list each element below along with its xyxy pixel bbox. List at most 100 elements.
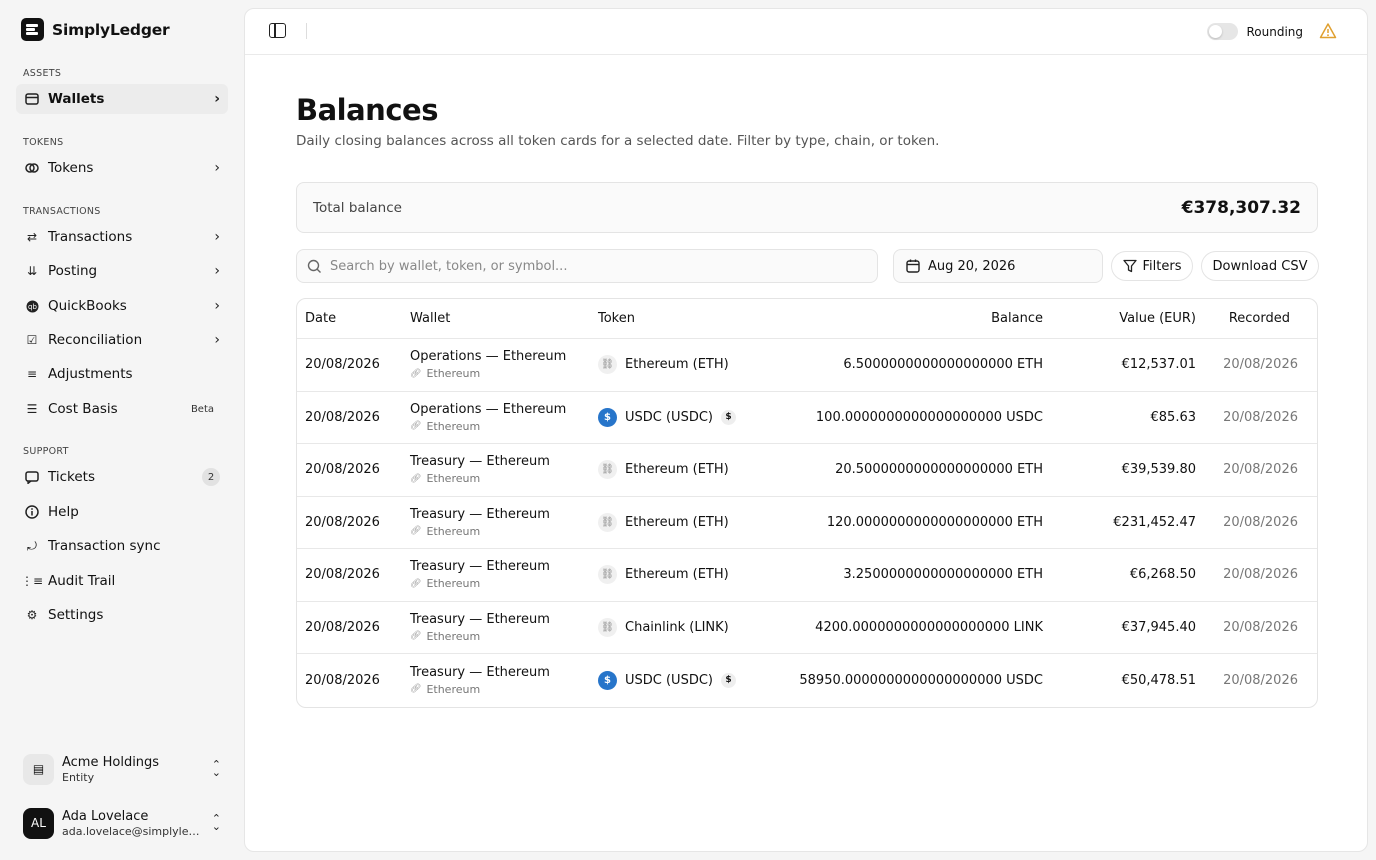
sidebar-item-cost-basis[interactable]: ☰ Cost Basis Beta <box>16 394 228 424</box>
sidebar-item-label: Settings <box>48 607 104 623</box>
sidebar-item-posting[interactable]: ⇊ Posting › <box>16 256 228 286</box>
sidebar-item-transaction-sync[interactable]: ⤾ Transaction sync <box>16 531 228 561</box>
cell-date: 20/08/2026 <box>305 514 380 530</box>
cell-wallet: Treasury — Ethereum 🔗︎ Ethereum <box>410 454 598 485</box>
cell-token: ⛓︎ Ethereum (ETH) <box>598 355 758 375</box>
table-row[interactable]: 20/08/2026 Operations — Ethereum 🔗︎ Ethereu… <box>297 339 1317 392</box>
entity-name: Acme Holdings <box>62 754 160 770</box>
cell-date: 20/08/2026 <box>305 357 380 373</box>
sidebar: SimplyLedger ASSETS Wallets › TOKENS Tok… <box>0 0 244 860</box>
rounding-toggle[interactable] <box>1207 23 1239 40</box>
topbar-divider <box>306 23 307 39</box>
entity-switcher[interactable]: ▤ Acme Holdings Entity ⌃ ⌄ <box>16 748 228 790</box>
balances-table: Date Wallet Token Balance Value (EUR) Re… <box>296 298 1318 708</box>
cell-balance: 120.0000000000000000000 ETH <box>826 514 1043 530</box>
cell-recorded: 20/08/2026 <box>1223 567 1298 583</box>
table-row[interactable]: 20/08/2026 Treasury — Ethereum 🔗︎ Ethereum ⛓… <box>297 549 1317 602</box>
sidebar-item-help[interactable]: Help <box>16 497 228 527</box>
arrows-icon: ⇄ <box>26 230 38 244</box>
link-icon: ⛓︎ <box>598 565 617 585</box>
header-value[interactable]: Value (EUR) <box>1043 311 1196 326</box>
sidebar-item-audit-trail[interactable]: ⋮≡ Audit Trail <box>16 566 228 596</box>
total-balance-label: Total balance <box>313 199 402 216</box>
usdc-icon: $ <box>598 407 617 427</box>
download-csv-button[interactable]: Download CSV <box>1201 251 1319 281</box>
cell-balance: 6.5000000000000000000 ETH <box>843 357 1043 373</box>
sidebar-item-transactions[interactable]: ⇄ Transactions › <box>16 222 228 252</box>
sidebar-item-label: Transaction sync <box>48 538 161 554</box>
header-wallet[interactable]: Wallet <box>410 311 598 326</box>
wallet-name: Operations — Ethereum <box>410 349 567 365</box>
header-balance[interactable]: Balance <box>758 311 1043 326</box>
date-picker[interactable]: Aug 20, 2026 <box>893 249 1103 283</box>
header-token[interactable]: Token <box>598 311 758 326</box>
sidebar-item-tickets[interactable]: Tickets 2 <box>16 462 228 492</box>
sidebar-item-quickbooks[interactable]: qb QuickBooks › <box>16 291 228 321</box>
filters-button[interactable]: Filters <box>1111 251 1193 281</box>
wallet-name: Treasury — Ethereum <box>410 454 550 470</box>
token-name: Ethereum (ETH) <box>625 462 729 478</box>
table-row[interactable]: 20/08/2026 Operations — Ethereum 🔗︎ Ethereu… <box>297 392 1317 444</box>
token-name: Ethereum (ETH) <box>625 357 729 373</box>
coins-icon <box>24 160 40 176</box>
cell-value: €231,452.47 <box>1113 514 1196 530</box>
cell-recorded: 20/08/2026 <box>1223 672 1298 688</box>
wallet-chain: 🔗︎ Ethereum <box>410 525 598 538</box>
wallet-chain: 🔗︎ Ethereum <box>410 420 598 433</box>
chain-name: Ethereum <box>426 419 481 433</box>
cell-date: 20/08/2026 <box>305 462 380 478</box>
brand[interactable]: SimplyLedger <box>21 18 170 41</box>
sidebar-item-label: Posting <box>48 263 98 279</box>
table-row[interactable]: 20/08/2026 Treasury — Ethereum 🔗︎ Ethereum $… <box>297 654 1317 707</box>
sidebar-item-wallets[interactable]: Wallets › <box>16 84 228 114</box>
cell-value: €39,539.80 <box>1121 462 1196 478</box>
cell-wallet: Operations — Ethereum 🔗︎ Ethereum <box>410 402 598 433</box>
chain-name: Ethereum <box>426 682 481 696</box>
stablecoin-icon: $ <box>721 672 736 688</box>
sidebar-item-tokens[interactable]: Tokens › <box>16 153 228 183</box>
sidebar-item-settings[interactable]: ⚙ Settings <box>16 600 228 630</box>
total-balance-card: Total balance €378,307.32 <box>296 182 1318 233</box>
table-body: 20/08/2026 Operations — Ethereum 🔗︎ Ethereu… <box>297 339 1317 707</box>
chevron-right-icon: › <box>214 229 220 245</box>
sliders-icon: ≡ <box>26 367 38 381</box>
cell-recorded: 20/08/2026 <box>1223 619 1298 635</box>
sidebar-item-label: Tickets <box>48 469 95 485</box>
sidebar-item-label: Transactions <box>48 229 133 245</box>
tickets-count-badge: 2 <box>202 468 220 486</box>
sidebar-item-adjustments[interactable]: ≡ Adjustments <box>16 359 228 389</box>
table-row[interactable]: 20/08/2026 Treasury — Ethereum 🔗︎ Ethereum ⛓… <box>297 602 1317 654</box>
search-input[interactable]: Search by wallet, token, or symbol... <box>296 249 878 283</box>
cell-value: €85.63 <box>1150 409 1197 425</box>
header-recorded[interactable]: Recorded <box>1196 311 1316 326</box>
info-icon <box>24 504 40 520</box>
sync-icon: ⤾ <box>27 538 37 553</box>
chain-name: Ethereum <box>426 577 481 591</box>
sidebar-item-label: Reconciliation <box>48 332 143 348</box>
sidebar-item-reconciliation[interactable]: ☑ Reconciliation › <box>16 325 228 355</box>
warning-icon[interactable] <box>1319 22 1337 40</box>
link-icon: ⛓︎ <box>598 355 617 375</box>
header-date[interactable]: Date <box>297 311 410 326</box>
token-name: Ethereum (ETH) <box>625 567 729 583</box>
sidebar-toggle-icon[interactable] <box>269 23 286 38</box>
token-name: Chainlink (LINK) <box>625 619 729 635</box>
cell-balance: 4200.0000000000000000000 LINK <box>815 619 1043 635</box>
rounding-control[interactable]: Rounding <box>1207 23 1303 40</box>
quickbooks-icon: qb <box>24 298 40 314</box>
search-placeholder: Search by wallet, token, or symbol... <box>330 258 568 274</box>
cell-value: €12,537.01 <box>1121 357 1196 373</box>
table-row[interactable]: 20/08/2026 Treasury — Ethereum 🔗︎ Ethereum ⛓… <box>297 444 1317 497</box>
user-menu[interactable]: AL Ada Lovelace ada.lovelace@simplyledge… <box>16 802 228 844</box>
wallet-name: Operations — Ethereum <box>410 401 567 417</box>
table-row[interactable]: 20/08/2026 Treasury — Ethereum 🔗︎ Ethereum ⛓… <box>297 497 1317 549</box>
total-balance-value: €378,307.32 <box>1181 197 1301 218</box>
sidebar-item-label: Cost Basis <box>48 401 118 417</box>
wallet-name: Treasury — Ethereum <box>410 506 550 522</box>
gear-icon: ⚙ <box>26 608 38 622</box>
wallet-name: Treasury — Ethereum <box>410 559 550 575</box>
sidebar-item-label: Audit Trail <box>48 573 116 589</box>
calendar-icon <box>906 259 920 273</box>
link-icon: 🔗︎ <box>410 526 422 537</box>
cell-recorded: 20/08/2026 <box>1223 514 1298 530</box>
